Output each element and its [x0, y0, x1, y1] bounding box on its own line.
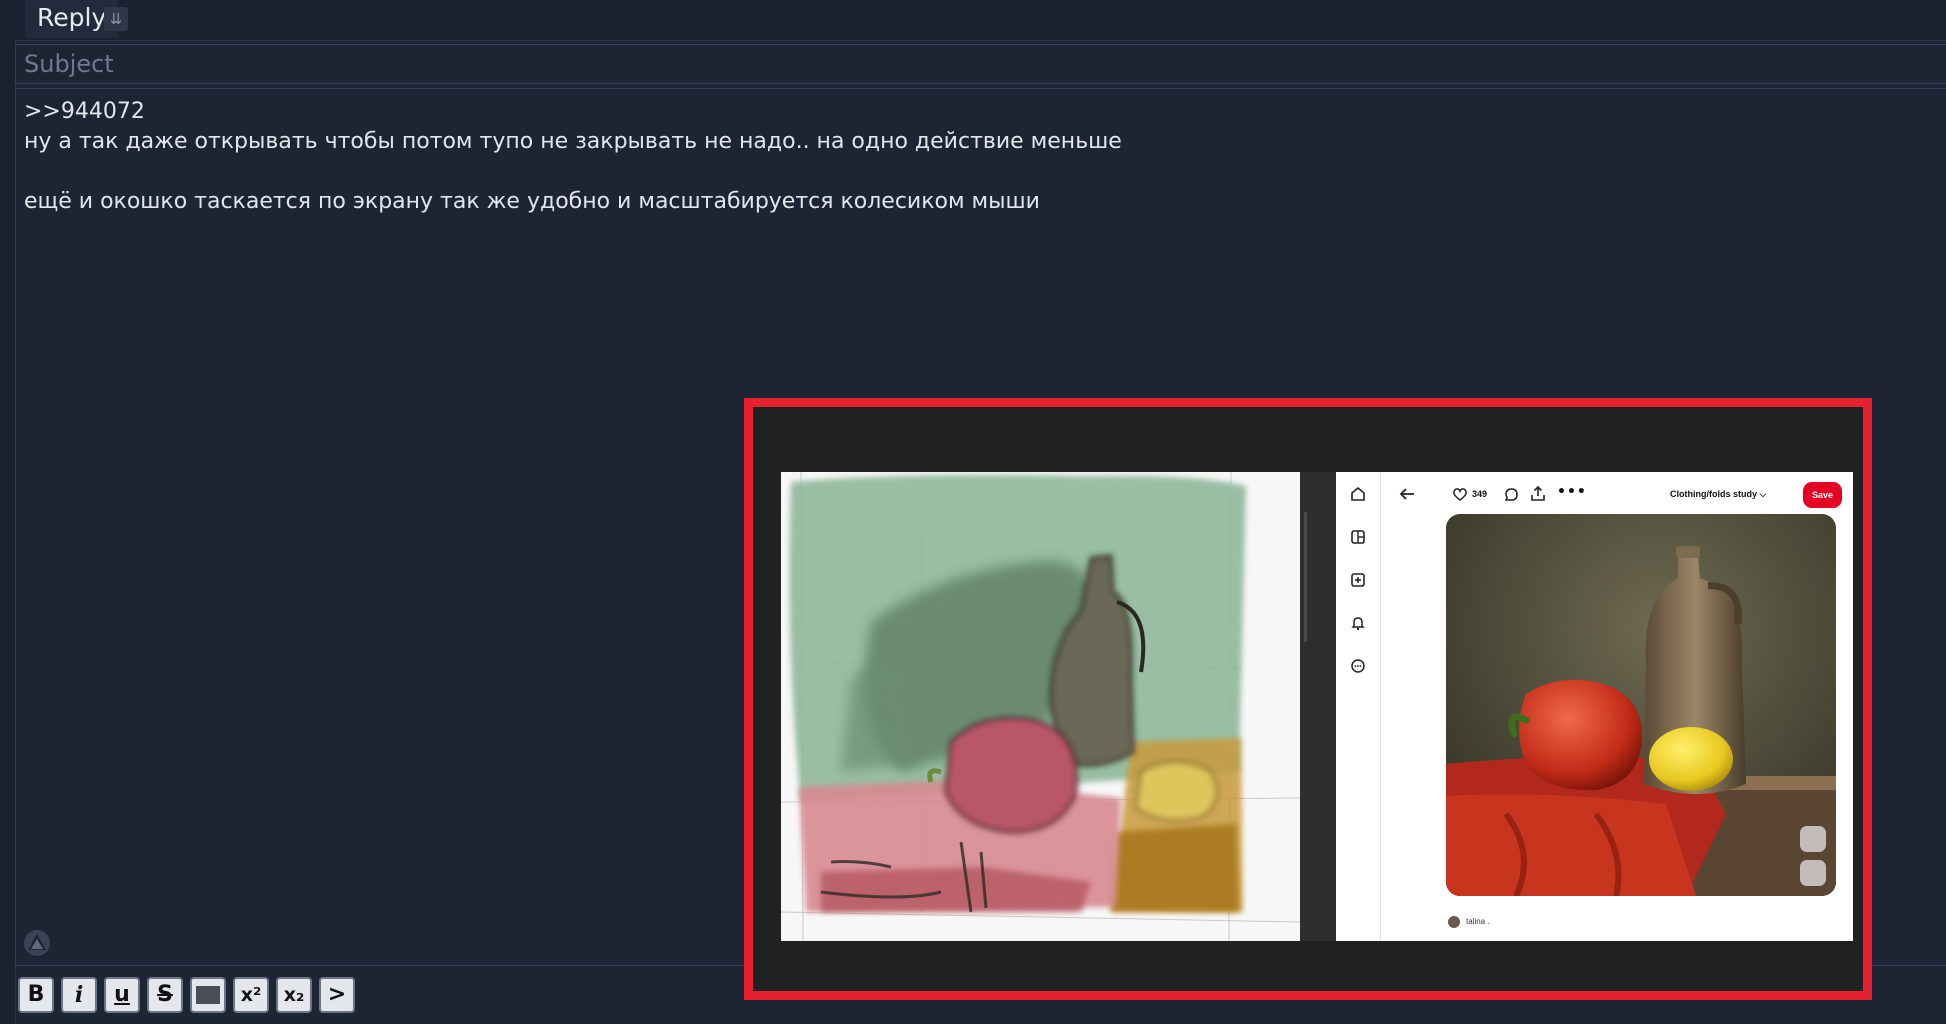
- italic-button[interactable]: i: [61, 977, 97, 1013]
- collapse-arrow-icon[interactable]: ⇊: [104, 7, 128, 31]
- back-arrow-icon[interactable]: [1398, 486, 1416, 502]
- italic-label: i: [74, 982, 84, 1008]
- create-icon[interactable]: [1349, 571, 1367, 589]
- like-count: 349: [1472, 489, 1488, 499]
- scrollbar-thumb[interactable]: [1304, 512, 1307, 642]
- comment-line: [24, 157, 1938, 187]
- save-button[interactable]: Save: [1803, 482, 1842, 508]
- underline-label: u: [114, 982, 130, 1007]
- more-icon[interactable]: •••: [1557, 485, 1586, 502]
- quote-button[interactable]: >: [319, 977, 355, 1013]
- bold-button[interactable]: B: [18, 977, 54, 1013]
- superscript-label: x²: [240, 984, 262, 1006]
- reply-form-page: Reply ⇊ >>944072 ну а так даже открывать…: [0, 0, 1946, 1024]
- screenshot-content: 349 ••• Clothing/folds study ⌵ Save tali…: [780, 471, 1853, 942]
- scrollbar-gutter: [1300, 472, 1336, 941]
- strikethrough-label: S: [157, 982, 173, 1007]
- comment-line: ну а так даже открывать чтобы потом тупо…: [24, 129, 1122, 154]
- sage-icon[interactable]: [22, 928, 52, 958]
- formatting-toolbar: B i u S x² x₂ >: [18, 977, 355, 1015]
- strikethrough-button[interactable]: S: [147, 977, 183, 1013]
- comment-line: >>944072: [24, 99, 145, 124]
- still-life-photo: [1446, 514, 1836, 896]
- underline-button[interactable]: u: [104, 977, 140, 1013]
- avatar[interactable]: [1448, 916, 1460, 928]
- expand-icon[interactable]: [1800, 826, 1826, 852]
- pin-photo[interactable]: [1446, 514, 1836, 896]
- subscript-label: x₂: [283, 984, 305, 1006]
- left-border-strip: [0, 0, 16, 1024]
- board-selector[interactable]: Clothing/folds study ⌵: [1670, 486, 1766, 502]
- home-icon[interactable]: [1349, 485, 1367, 503]
- reply-bar: Reply ⇊: [15, 0, 1946, 41]
- watercolor-sketch-image: [780, 471, 1301, 942]
- pinterest-pin-view: 349 ••• Clothing/folds study ⌵ Save tali…: [1336, 472, 1853, 941]
- visual-search-icon[interactable]: [1800, 860, 1826, 886]
- superscript-button[interactable]: x²: [233, 977, 269, 1013]
- pin-header: 349 ••• Clothing/folds study ⌵ Save: [1380, 472, 1853, 518]
- subscript-button[interactable]: x₂: [276, 977, 312, 1013]
- author-name[interactable]: talina .: [1466, 915, 1490, 929]
- watercolor-sketch: [780, 471, 1301, 942]
- comment-line: ещё и окошко таскается по экрану так же …: [24, 189, 1040, 214]
- comment-icon[interactable]: [1504, 487, 1519, 502]
- heart-icon[interactable]: [1452, 487, 1468, 502]
- spoiler-button[interactable]: [190, 977, 226, 1013]
- explore-icon[interactable]: [1349, 528, 1367, 546]
- attached-screenshot[interactable]: 349 ••• Clothing/folds study ⌵ Save tali…: [744, 398, 1872, 1000]
- spoiler-box-icon: [196, 986, 220, 1004]
- messages-icon[interactable]: [1349, 657, 1367, 675]
- share-icon[interactable]: [1530, 485, 1546, 502]
- pinterest-sidebar: [1336, 472, 1381, 941]
- quote-label: >: [327, 982, 347, 1007]
- notifications-icon[interactable]: [1349, 614, 1367, 632]
- bold-label: B: [27, 982, 45, 1007]
- subject-input[interactable]: [15, 44, 1946, 84]
